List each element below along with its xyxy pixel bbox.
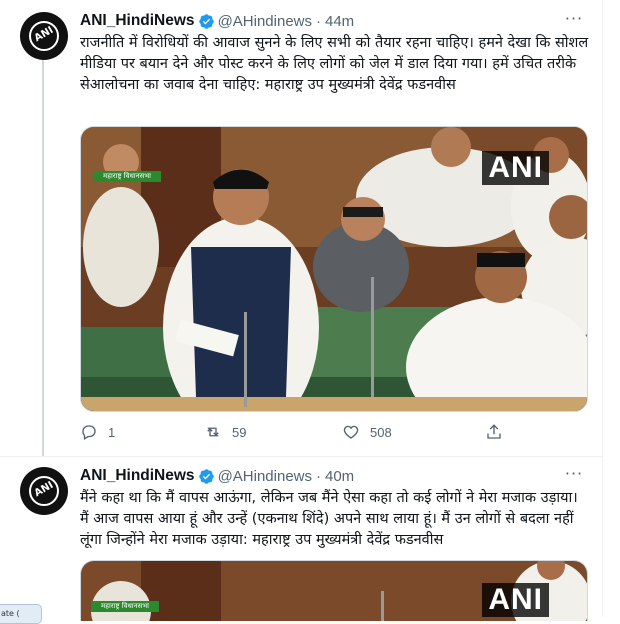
avatar[interactable]: ANI	[20, 12, 68, 60]
verified-badge-icon	[198, 468, 214, 484]
ani-watermark: ANI	[482, 583, 549, 617]
reply-icon	[82, 425, 96, 440]
thread-line	[42, 60, 44, 456]
more-options-icon[interactable]: ···	[564, 11, 584, 32]
ani-logo: ANI	[29, 476, 59, 506]
retweet-icon	[207, 427, 219, 437]
timeline: ANI ANI_HindiNews @AHindinews · 44m ··· …	[0, 0, 603, 621]
tweet[interactable]: ANI ANI_HindiNews @AHindinews · 40m ··· …	[0, 457, 602, 621]
ani-logo: ANI	[29, 21, 59, 51]
timestamp[interactable]: 44m	[325, 13, 354, 30]
share-button[interactable]	[485, 423, 503, 441]
tweet-photo[interactable]: महाराष्ट्र विधानसभा ANI	[80, 560, 588, 621]
share-icon	[487, 424, 501, 439]
like-count: 508	[370, 424, 392, 440]
tweet-text: राजनीति में विरोधियों की आवाज सुनने के ल…	[80, 35, 589, 93]
display-name[interactable]: ANI_HindiNews	[80, 12, 195, 30]
retweet-button[interactable]: 59	[204, 423, 246, 441]
separator: ·	[316, 12, 321, 30]
tweet-header: ANI_HindiNews @AHindinews · 44m	[80, 10, 354, 32]
more-options-icon[interactable]: ···	[564, 466, 584, 487]
display-name[interactable]: ANI_HindiNews	[80, 467, 195, 485]
side-tab[interactable]: ate (	[0, 604, 42, 624]
like-button[interactable]: 508	[342, 423, 392, 441]
tweet[interactable]: ANI ANI_HindiNews @AHindinews · 44m ··· …	[0, 0, 602, 457]
tweet-header: ANI_HindiNews @AHindinews · 40m	[80, 465, 354, 487]
reply-button[interactable]: 1	[80, 423, 115, 441]
heart-icon	[343, 425, 359, 439]
tweet-photo[interactable]: महाराष्ट्र विधानसभा ANI	[80, 126, 588, 412]
handle[interactable]: @AHindinews	[218, 13, 312, 30]
handle[interactable]: @AHindinews	[218, 468, 312, 485]
tweet-actions: 1 59 508	[80, 423, 520, 443]
ani-watermark: ANI	[482, 151, 549, 185]
retweet-count: 59	[232, 424, 247, 440]
verified-badge-icon	[198, 13, 214, 29]
separator: ·	[316, 467, 321, 485]
reply-count: 1	[108, 424, 116, 440]
assembly-badge: महाराष्ट्र विधानसभा	[91, 601, 159, 612]
timestamp[interactable]: 40m	[325, 468, 354, 485]
assembly-badge: महाराष्ट्र विधानसभा	[93, 171, 161, 182]
avatar[interactable]: ANI	[20, 467, 68, 515]
tweet-text: मैंने कहा था कि मैं वापस आऊंगा, लेकिन जब…	[80, 490, 578, 548]
